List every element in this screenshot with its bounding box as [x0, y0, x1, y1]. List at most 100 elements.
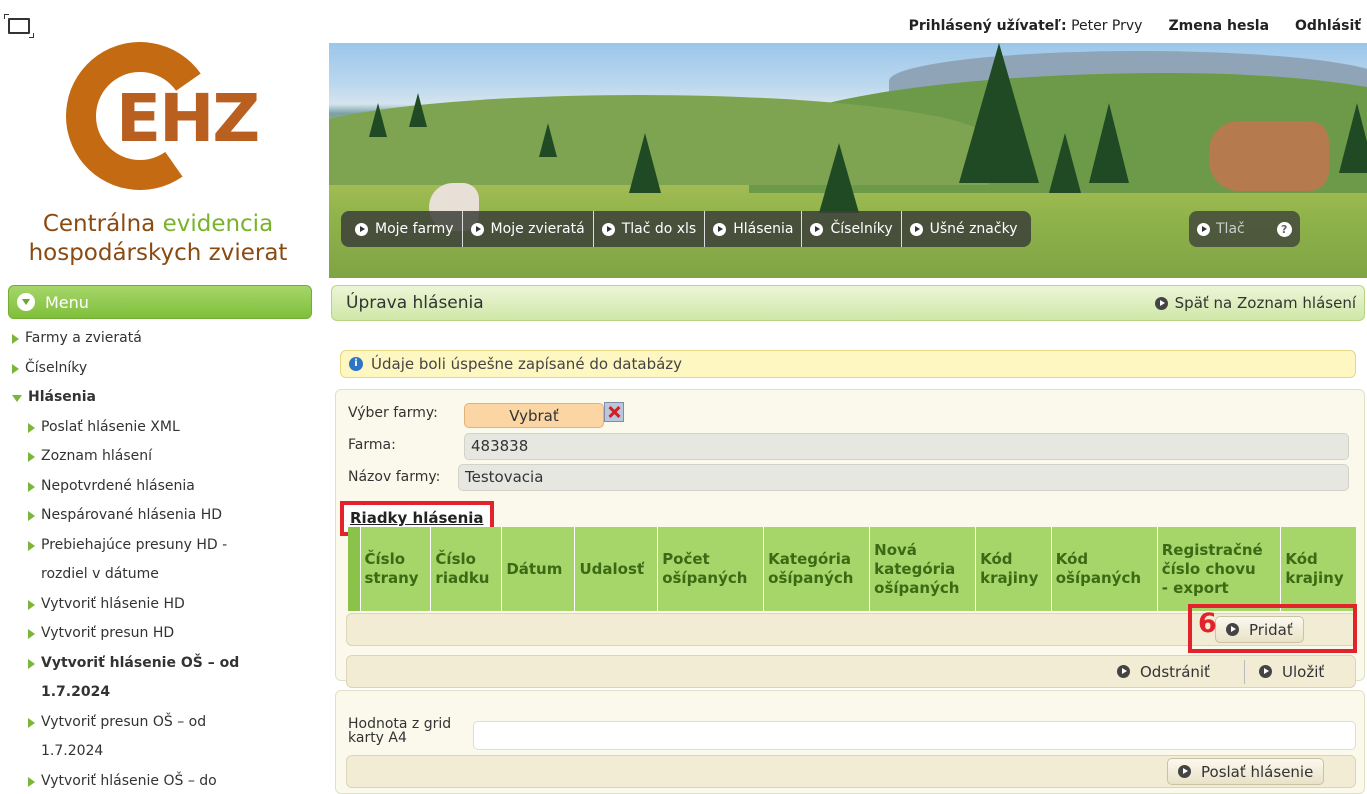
sidebar-item-hlasenie-hd[interactable]: Vytvoriť hlásenie HD [12, 590, 312, 620]
col-nova-kategoria[interactable]: Nová kategória ošípaných [869, 527, 977, 611]
play-icon [1154, 296, 1168, 310]
play-icon [1197, 222, 1210, 236]
farm-name-label: Názov farmy: [348, 469, 441, 485]
triangle-right-icon [28, 511, 35, 521]
clear-icon[interactable] [604, 402, 624, 422]
banner-tree [1049, 133, 1081, 193]
col-registracne-cislo[interactable]: Registračné číslo chovu - export [1157, 527, 1282, 611]
col-kod-osipanych[interactable]: Kód ošípaných [1051, 527, 1158, 611]
report-rows-grid: Číslo strany Číslo riadku Dátum Udalosť Po… [348, 527, 1356, 611]
menu-header[interactable]: Menu [8, 285, 312, 319]
secondary-nav: Tlač ? [1189, 211, 1300, 247]
play-icon [909, 222, 923, 236]
step-number: 6 [1198, 608, 1217, 639]
send-toolbar: Poslať hlásenie [346, 755, 1356, 788]
info-icon: i [349, 357, 363, 371]
sidebar-item-presun-os-od[interactable]: Vytvoriť presun OŠ – od 1.7.2024 [12, 708, 312, 767]
farm-select-label: Výber farmy: [348, 405, 438, 421]
triangle-right-icon [28, 452, 35, 462]
remove-button[interactable]: Odstrániť [1107, 658, 1220, 685]
grid-value-field[interactable] [473, 721, 1356, 750]
sidebar: Farmy a zvieratá Číselníky Hlásenia Posl… [12, 324, 312, 794]
col-kod-krajiny-2[interactable]: Kód krajiny [1281, 527, 1356, 611]
logo-mark: EHZ [116, 80, 260, 157]
send-panel: Hodnota z grid karty A4 Poslať hlásenie [335, 690, 1365, 794]
nav-tlac[interactable]: Tlač [1197, 211, 1245, 247]
col-kod-krajiny[interactable]: Kód krajiny [975, 527, 1052, 611]
sidebar-item-zoznam[interactable]: Zoznam hlásení [12, 442, 312, 472]
chevron-down-icon [17, 293, 35, 311]
user-bar: Prihlásený užívateľ: Peter Prvy Zmena he… [909, 18, 1361, 34]
nav-help[interactable]: ? [1276, 211, 1292, 247]
col-cislo-strany[interactable]: Číslo strany [360, 527, 432, 611]
logged-user-name: Peter Prvy [1071, 18, 1143, 34]
nav-tlac-do-xls[interactable]: Tlač do xls [594, 211, 706, 247]
play-icon [1117, 665, 1130, 678]
play-icon [1178, 765, 1191, 778]
logo-caption: Centrálna evidencia hospodárskych zviera… [28, 211, 288, 266]
banner-tree [959, 43, 1039, 183]
triangle-right-icon [12, 363, 19, 374]
farm-label: Farma: [348, 437, 396, 453]
main-nav: Moje farmy Moje zvieratá Tlač do xls Hlá… [341, 211, 1032, 247]
nav-hlasenia[interactable]: Hlásenia [705, 211, 803, 247]
sidebar-item-nepotvrdene[interactable]: Nepotvrdené hlásenia [12, 472, 312, 502]
select-farm-button[interactable]: Vybrať [464, 403, 604, 428]
banner-tree [1339, 103, 1367, 173]
back-link[interactable]: Späť na Zoznam hlásení [1154, 294, 1356, 312]
col-cislo-riadku[interactable]: Číslo riadku [430, 527, 503, 611]
header-banner: Moje farmy Moje zvieratá Tlač do xls Hlá… [329, 43, 1367, 278]
grid-value-label: Hodnota z grid karty A4 [348, 716, 452, 746]
info-message: i Údaje boli úspešne zapísané do databáz… [340, 350, 1356, 378]
col-pocet-osipanych[interactable]: Počet ošípaných [657, 527, 765, 611]
sidebar-item-ciselniky[interactable]: Číselníky [12, 354, 312, 384]
nav-usne-znacky[interactable]: Ušné značky [902, 211, 1026, 247]
send-report-button[interactable]: Poslať hlásenie [1167, 758, 1325, 785]
logout-link[interactable]: Odhlásiť [1295, 18, 1361, 34]
farm-name-field: Testovacia [458, 464, 1349, 491]
triangle-right-icon [28, 481, 35, 492]
triangle-right-icon [28, 776, 35, 787]
sidebar-item-nesparovane[interactable]: Nespárované hlásenia HD [12, 501, 312, 531]
play-icon [470, 222, 484, 236]
triangle-down-icon [12, 395, 22, 402]
sidebar-item-hlasenie-os-od[interactable]: Vytvoriť hlásenie OŠ – od 1.7.2024 [12, 649, 312, 708]
play-icon [810, 222, 824, 236]
sidebar-item-hlasenia[interactable]: Hlásenia [12, 383, 312, 413]
banner-tree [539, 123, 557, 157]
play-icon [601, 222, 615, 236]
banner-tree [409, 93, 427, 127]
sidebar-item-presun-hd[interactable]: Vytvoriť presun HD [12, 619, 312, 649]
nav-ciselniky[interactable]: Číselníky [802, 211, 902, 247]
grid-select-column [348, 527, 361, 611]
col-kategoria-osipanych[interactable]: Kategória ošípaných [763, 527, 871, 611]
nav-moje-zvierata[interactable]: Moje zvieratá [463, 211, 594, 247]
col-udalost[interactable]: Udalosť [574, 527, 659, 611]
logged-user-label: Prihlásený užívateľ: [908, 18, 1067, 34]
banner-tree [369, 103, 387, 137]
grid-header-row: Číslo strany Číslo riadku Dátum Udalosť Po… [348, 527, 1356, 611]
sidebar-item-farmy[interactable]: Farmy a zvieratá [12, 324, 312, 354]
banner-tree [1089, 103, 1129, 183]
sidebar-item-hlasenie-os-do[interactable]: Vytvoriť hlásenie OŠ – do [12, 767, 312, 794]
banner-cow [1209, 121, 1329, 191]
play-icon [713, 222, 727, 236]
fullscreen-icon[interactable] [4, 14, 34, 38]
banner-tree [819, 143, 859, 213]
triangle-right-icon [28, 658, 35, 669]
col-datum[interactable]: Dátum [501, 527, 576, 611]
play-icon [355, 222, 368, 236]
help-icon: ? [1276, 221, 1292, 237]
save-button[interactable]: Uložiť [1249, 658, 1334, 685]
sidebar-item-poslat-xml[interactable]: Poslať hlásenie XML [12, 413, 312, 443]
change-password-link[interactable]: Zmena hesla [1168, 18, 1269, 34]
triangle-right-icon [28, 540, 35, 551]
action-toolbar: Odstrániť Uložiť [346, 655, 1356, 688]
play-icon [1259, 665, 1272, 678]
sidebar-item-prebiehajuce[interactable]: Prebiehajúce presuny HD - rozdiel v dátum… [12, 531, 312, 590]
banner-tree [629, 133, 661, 193]
triangle-right-icon [28, 422, 35, 433]
triangle-right-icon [28, 629, 35, 639]
triangle-right-icon [12, 334, 19, 344]
nav-moje-farmy[interactable]: Moje farmy [347, 211, 463, 247]
